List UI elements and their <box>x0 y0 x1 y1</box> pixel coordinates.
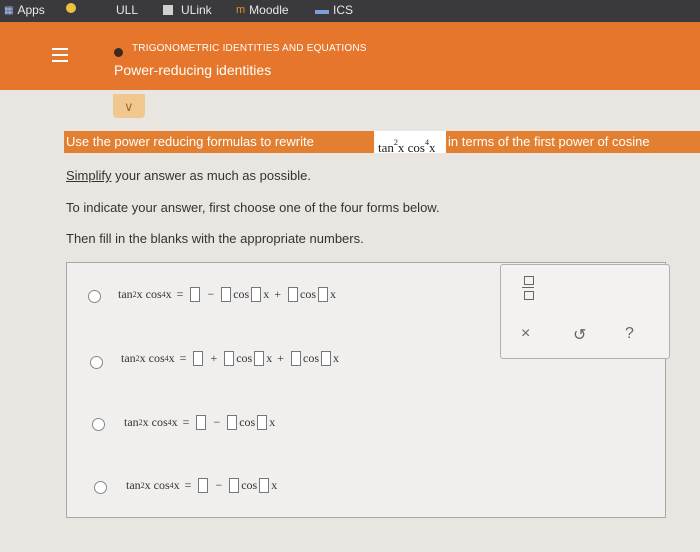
subtopic-title: Power-reducing identities <box>114 62 272 78</box>
blank-input[interactable] <box>291 351 302 366</box>
bookmark-apps[interactable]: ▦ Apps <box>4 3 45 17</box>
blank-input[interactable] <box>257 415 268 430</box>
expand-dropdown-button[interactable]: ∨ <box>113 94 145 118</box>
bookmark-ull[interactable]: ULL <box>106 3 138 17</box>
clear-button[interactable]: × <box>521 325 530 343</box>
blank-input[interactable] <box>229 478 240 493</box>
blank-input[interactable] <box>318 287 329 302</box>
ull-icon <box>106 5 112 15</box>
ulink-icon <box>163 5 173 15</box>
topic-header: TRIGONOMETRIC IDENTITIES AND EQUATIONS P… <box>0 22 700 90</box>
blank-input[interactable] <box>254 351 265 366</box>
topic-title: TRIGONOMETRIC IDENTITIES AND EQUATIONS <box>132 43 367 54</box>
help-button[interactable]: ? <box>625 325 634 343</box>
bookmarks-bar: ▦ Apps ULL ULink m Moodle ICS <box>0 0 700 22</box>
chrome-app-icon <box>66 3 76 13</box>
menu-icon[interactable] <box>52 48 68 62</box>
simplify-link[interactable]: Simplify <box>66 168 112 183</box>
option-2-radio[interactable] <box>90 356 103 369</box>
blank-input[interactable] <box>227 415 238 430</box>
prompt-text-after: in terms of the first power of cosine <box>446 131 700 153</box>
question-prompt: Use the power reducing formulas to rewri… <box>64 131 700 155</box>
option-1-radio[interactable] <box>88 290 101 303</box>
blank-input[interactable] <box>224 351 235 366</box>
math-tools-palette: × ↺ ? <box>500 264 670 359</box>
blank-input[interactable] <box>221 287 232 302</box>
prompt-text-before: Use the power reducing formulas to rewri… <box>64 131 376 153</box>
ics-icon <box>315 9 329 14</box>
bookmark-moodle[interactable]: m Moodle <box>236 3 289 17</box>
blank-input[interactable] <box>193 351 204 366</box>
apps-grid-icon: ▦ <box>4 4 14 16</box>
option-2-equation: tan 2 x cos 4 x = + cos x + cos x <box>121 351 340 366</box>
option-3-equation: tan 2 x cos 4 x = − cos x <box>124 415 276 430</box>
blank-input[interactable] <box>251 287 262 302</box>
blank-input[interactable] <box>190 287 201 302</box>
blank-input[interactable] <box>198 478 209 493</box>
blank-input[interactable] <box>259 478 270 493</box>
topic-status-dot <box>114 48 123 57</box>
bookmark-chrome[interactable] <box>66 3 76 13</box>
option-3-radio[interactable] <box>92 418 105 431</box>
option-1-equation: tan 2 x cos 4 x = − cos x + cos x <box>118 287 337 302</box>
option-4-equation: tan 2 x cos 4 x = − cos x <box>126 478 278 493</box>
instruction-line-2: To indicate your answer, first choose on… <box>66 200 440 215</box>
prompt-expression: tan2x cos4x <box>374 131 446 155</box>
fraction-icon[interactable] <box>522 276 534 300</box>
instruction-simplify: Simplify your answer as much as possible… <box>66 168 311 183</box>
blank-input[interactable] <box>288 287 299 302</box>
moodle-icon: m <box>236 4 246 16</box>
blank-input[interactable] <box>196 415 207 430</box>
blank-input[interactable] <box>321 351 332 366</box>
chevron-down-icon: ∨ <box>124 99 134 114</box>
option-4-radio[interactable] <box>94 481 107 494</box>
bookmark-ics[interactable]: ICS <box>315 3 353 17</box>
undo-button[interactable]: ↺ <box>573 325 586 345</box>
bookmark-ulink[interactable]: ULink <box>163 3 212 17</box>
instruction-line-3: Then fill in the blanks with the appropr… <box>66 231 364 246</box>
